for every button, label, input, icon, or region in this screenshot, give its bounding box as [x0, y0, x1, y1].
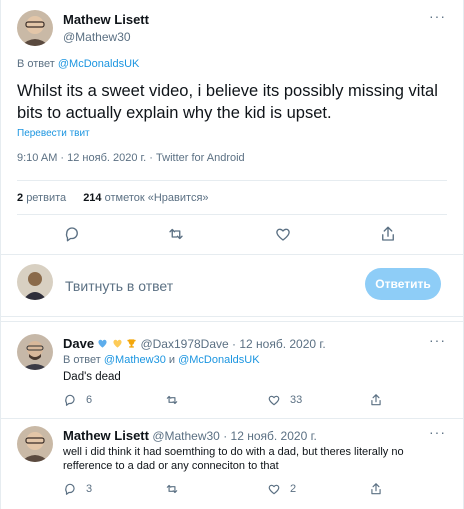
retweets-stat[interactable]: 2 ретвита: [17, 192, 69, 204]
reply-author-name[interactable]: Mathew Lisett: [63, 428, 149, 443]
tweet-thread: Mathew Lisett @Mathew30 ··· В ответ @McD…: [0, 0, 464, 509]
reply-text: Dad's dead: [63, 371, 121, 383]
reply-date[interactable]: · 12 нояб. 2020 г.: [232, 337, 326, 351]
reply-author-handle[interactable]: @Mathew30: [152, 429, 220, 443]
likes-stat[interactable]: 214 отметок «Нравится»: [83, 192, 208, 204]
main-author-avatar[interactable]: [17, 10, 53, 46]
share-icon: [371, 394, 381, 406]
retweet-button[interactable]: [165, 393, 179, 407]
translate-link[interactable]: Перевести твит: [17, 128, 90, 139]
reply-to-line: В ответ @McDonaldsUK: [17, 58, 139, 70]
reply-icon: [65, 394, 75, 406]
main-author-handle[interactable]: @Mathew30: [63, 30, 131, 44]
reply-text: well i did think it had soemthing to do …: [63, 446, 404, 472]
reply-to-line: В ответ @Mathew30 и @McDonaldsUK: [63, 354, 260, 366]
reply-button[interactable]: [63, 225, 81, 243]
reply-header: Mathew Lisett @Mathew30 · 12 нояб. 2020 …: [63, 428, 317, 443]
share-icon: [371, 483, 381, 495]
tweet-meta[interactable]: 9:10 AM · 12 нояб. 2020 г. · Twitter for…: [17, 152, 245, 164]
more-icon[interactable]: ···: [429, 424, 446, 440]
reply-to-link[interactable]: @Mathew30: [104, 354, 166, 366]
reply-icon: [65, 227, 78, 242]
like-count: 33: [290, 394, 303, 406]
reply-count: 3: [86, 483, 93, 495]
user-avatar[interactable]: [17, 264, 53, 300]
retweet-icon: [169, 228, 183, 240]
retweet-button[interactable]: [167, 225, 185, 243]
like-button[interactable]: 33: [267, 393, 302, 407]
share-button[interactable]: [379, 225, 397, 243]
reply-header: Dave @Dax1978Dave · 12 нояб. 2020 г.: [63, 336, 326, 352]
like-icon: [276, 228, 290, 241]
divider: [1, 321, 463, 322]
tweet-stats: 2 ретвита 214 отметок «Нравится»: [17, 192, 209, 204]
divider: [1, 316, 463, 317]
reply-to-link[interactable]: @McDonaldsUK: [58, 58, 139, 70]
reply-date[interactable]: · 12 нояб. 2020 г.: [223, 429, 317, 443]
share-button[interactable]: [369, 482, 383, 496]
likes-label: отметок «Нравится»: [104, 192, 209, 204]
main-tweet-text: Whilst its a sweet video, i believe its …: [17, 82, 438, 122]
more-icon[interactable]: ···: [429, 332, 446, 348]
reply-prefix: В ответ: [17, 58, 55, 70]
divider: [1, 418, 463, 419]
heart-emoji: [97, 338, 108, 352]
reply-count: 6: [86, 394, 93, 406]
share-button[interactable]: [369, 393, 383, 407]
divider: [17, 180, 447, 181]
like-icon: [268, 395, 280, 406]
retweet-icon: [166, 484, 178, 494]
reply-author-avatar[interactable]: [17, 334, 53, 370]
share-icon: [382, 226, 394, 241]
retweets-label: ретвита: [26, 192, 67, 204]
reply-to-link[interactable]: @McDonaldsUK: [178, 354, 259, 366]
reply-author-name[interactable]: Dave: [63, 336, 94, 351]
reply-button[interactable]: 6: [63, 393, 92, 407]
reply-author-avatar[interactable]: [17, 426, 53, 462]
like-icon: [268, 484, 280, 495]
retweet-icon: [166, 395, 178, 405]
like-button[interactable]: [274, 225, 292, 243]
main-author-name[interactable]: Mathew Lisett: [63, 12, 149, 27]
divider: [17, 214, 447, 215]
reply-submit-button[interactable]: Ответить: [365, 268, 441, 300]
reply-and: и: [168, 354, 176, 366]
divider: [1, 254, 463, 255]
reply-icon: [65, 483, 75, 495]
trophy-emoji: [126, 338, 137, 352]
retweet-button[interactable]: [165, 482, 179, 496]
more-icon[interactable]: ···: [429, 8, 446, 24]
reply-author-handle[interactable]: @Dax1978Dave: [140, 337, 228, 351]
reply-prefix: В ответ: [63, 354, 101, 366]
reply-button[interactable]: 3: [63, 482, 92, 496]
reply-input[interactable]: Твитнуть в ответ: [65, 278, 173, 294]
like-button[interactable]: 2: [267, 482, 296, 496]
likes-count: 214: [83, 192, 102, 204]
like-count: 2: [290, 483, 297, 495]
retweets-count: 2: [17, 192, 24, 204]
heart-emoji: [112, 338, 123, 352]
